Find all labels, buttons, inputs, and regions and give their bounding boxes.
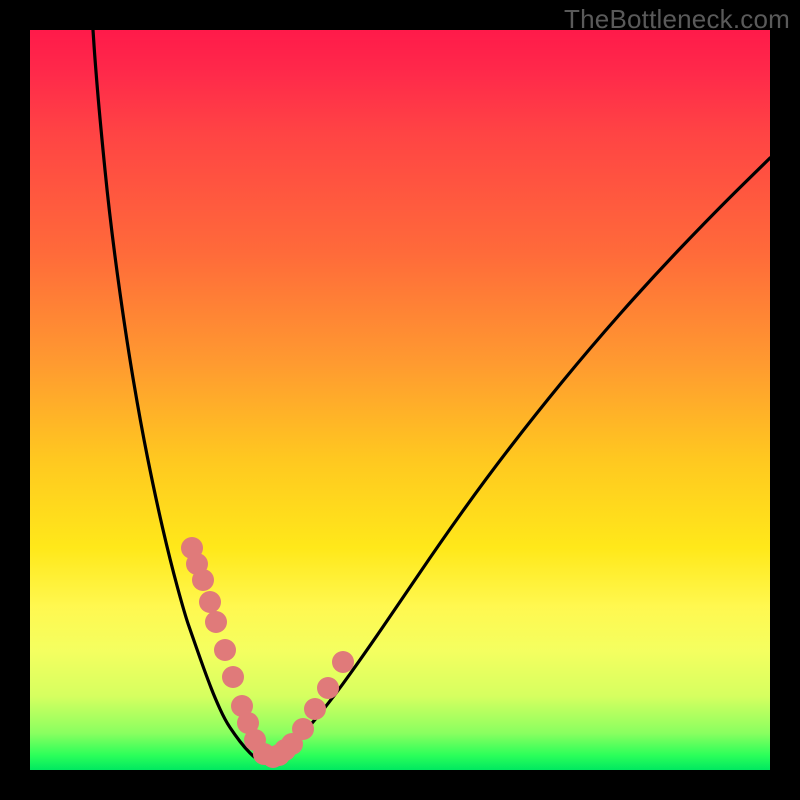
highlight-dot bbox=[205, 611, 227, 633]
outer-frame: TheBottleneck.com bbox=[0, 0, 800, 800]
highlight-dot bbox=[214, 639, 236, 661]
dot-group bbox=[181, 537, 354, 768]
highlight-dot bbox=[199, 591, 221, 613]
highlight-dot bbox=[317, 677, 339, 699]
curve-left bbox=[93, 30, 263, 763]
highlight-dot bbox=[222, 666, 244, 688]
plot-area bbox=[30, 30, 770, 770]
highlight-dot bbox=[292, 718, 314, 740]
chart-svg bbox=[30, 30, 770, 770]
highlight-dot bbox=[332, 651, 354, 673]
highlight-dot bbox=[304, 698, 326, 720]
highlight-dot bbox=[192, 569, 214, 591]
